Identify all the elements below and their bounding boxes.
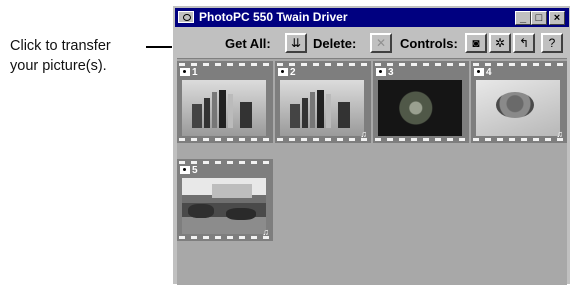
delete-button[interactable]: ✕ <box>370 33 392 53</box>
film-sprockets-top <box>375 63 467 66</box>
settings-button[interactable]: ↰ <box>513 33 535 53</box>
camera-app-icon[interactable] <box>178 11 194 23</box>
help-button[interactable]: ? <box>541 33 563 53</box>
picture-number-badge: 5 <box>180 166 198 176</box>
film-sprockets-bottom <box>277 138 369 141</box>
minimize-button[interactable]: _ <box>515 11 531 25</box>
thumbnail-4[interactable]: 4 ♫ <box>471 61 567 143</box>
photo-thumbnail <box>280 80 364 136</box>
thumbnail-5[interactable]: 5 ♫ <box>177 159 273 241</box>
film-sprockets-top <box>179 63 271 66</box>
close-button[interactable]: × <box>549 11 565 25</box>
picture-number-badge: 4 <box>474 68 492 78</box>
photo-thumbnail <box>378 80 462 136</box>
callout-line-1: Click to transfer <box>10 38 111 54</box>
camera-icon <box>180 166 190 174</box>
callout-text: Click to transfer your picture(s). <box>10 36 111 76</box>
film-sprockets-bottom <box>375 138 467 141</box>
film-sprockets-bottom <box>179 236 271 239</box>
flash-icon: ✲ <box>494 36 506 50</box>
picture-number-badge: 1 <box>180 68 198 78</box>
thumbnail-area: 1 2 ♫ 3 4 ♫ 5 ♫ <box>177 58 567 285</box>
film-sprockets-top <box>179 161 271 164</box>
camera-icon: ◙ <box>472 36 480 50</box>
camera-icon <box>376 68 386 76</box>
toolbar: Get All: ⇊ Delete: ✕ Controls: ◙ ✲ ↰ ? <box>175 30 569 56</box>
flash-button[interactable]: ✲ <box>489 33 511 53</box>
thumbnail-2[interactable]: 2 ♫ <box>275 61 371 143</box>
camera-icon <box>474 68 484 76</box>
camera-controls-button[interactable]: ◙ <box>465 33 487 53</box>
film-sprockets-bottom <box>179 138 271 141</box>
transfer-icon: ⇊ <box>290 36 302 50</box>
film-sprockets-top <box>277 63 369 66</box>
delete-x-icon: ✕ <box>375 36 387 50</box>
controls-label: Controls: <box>400 36 458 51</box>
callout-pointer-line <box>146 46 174 48</box>
picture-number-badge: 3 <box>376 68 394 78</box>
get-all-button[interactable]: ⇊ <box>285 33 307 53</box>
photo-thumbnail <box>182 178 266 234</box>
camera-icon <box>278 68 288 76</box>
maximize-button[interactable]: □ <box>531 11 547 25</box>
thumbnail-3[interactable]: 3 <box>373 61 469 143</box>
thumbnail-1[interactable]: 1 <box>177 61 273 143</box>
photo-thumbnail <box>476 80 560 136</box>
camera-icon <box>180 68 190 76</box>
film-sprockets-top <box>473 63 565 66</box>
photo-thumbnail <box>182 80 266 136</box>
picture-number-badge: 2 <box>278 68 296 78</box>
window-title: PhotoPC 550 Twain Driver <box>199 10 348 24</box>
delete-label: Delete: <box>313 36 357 51</box>
twain-driver-window: PhotoPC 550 Twain Driver _ □ × Get All: … <box>172 6 570 285</box>
get-all-label: Get All: <box>225 36 271 51</box>
title-bar[interactable]: PhotoPC 550 Twain Driver _ □ × <box>175 8 569 27</box>
settings-icon: ↰ <box>518 36 530 50</box>
callout-line-2: your picture(s). <box>10 58 107 74</box>
film-sprockets-bottom <box>473 138 565 141</box>
